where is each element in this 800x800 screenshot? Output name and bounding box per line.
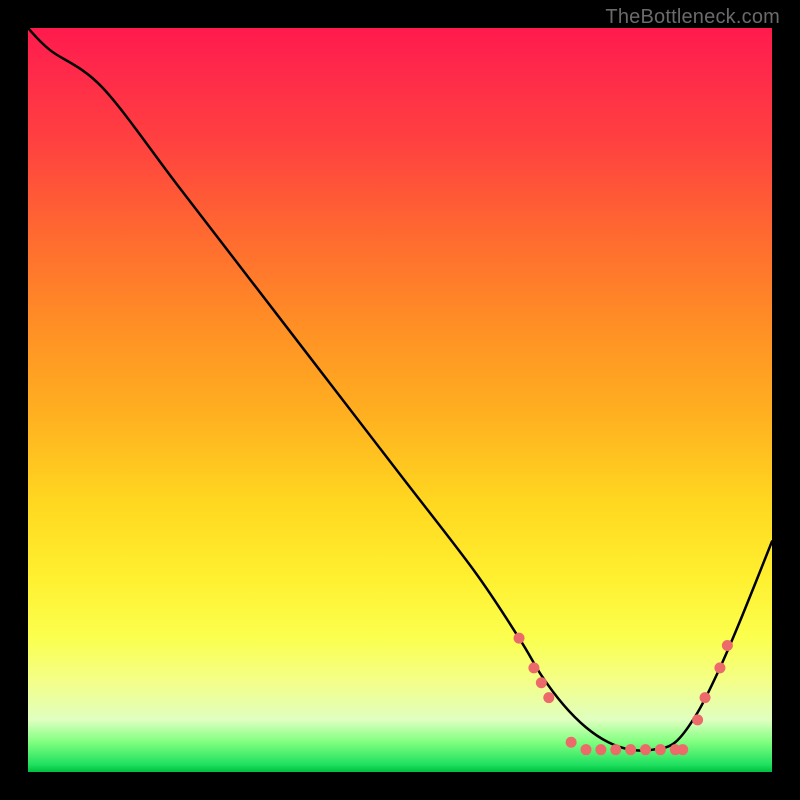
- attribution-text: TheBottleneck.com: [605, 6, 780, 29]
- bottleneck-curve: [28, 28, 772, 751]
- marker-layer: [514, 633, 733, 756]
- data-marker: [543, 692, 554, 703]
- curve-layer: [28, 28, 772, 751]
- chart-svg: [28, 28, 772, 772]
- data-marker: [528, 662, 539, 673]
- data-marker: [722, 640, 733, 651]
- chart-frame: TheBottleneck.com: [0, 0, 800, 800]
- data-marker: [514, 633, 525, 644]
- data-marker: [536, 677, 547, 688]
- data-marker: [640, 744, 651, 755]
- data-marker: [714, 662, 725, 673]
- data-marker: [692, 714, 703, 725]
- data-marker: [700, 692, 711, 703]
- data-marker: [566, 737, 577, 748]
- data-marker: [610, 744, 621, 755]
- data-marker: [625, 744, 636, 755]
- plot-area: [28, 28, 772, 772]
- data-marker: [655, 744, 666, 755]
- data-marker: [581, 744, 592, 755]
- data-marker: [677, 744, 688, 755]
- data-marker: [595, 744, 606, 755]
